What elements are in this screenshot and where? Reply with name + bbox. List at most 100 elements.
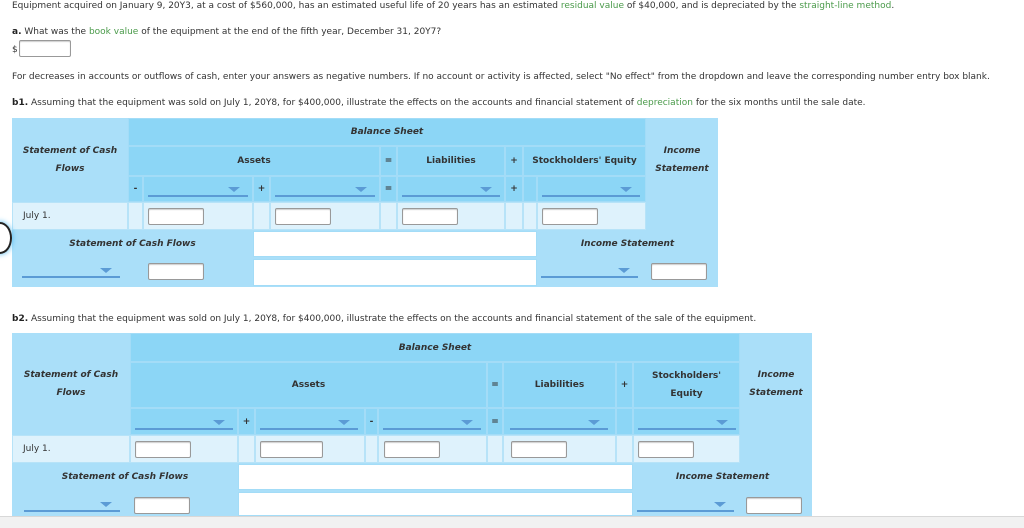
b2-account-dropdown-5[interactable] bbox=[638, 416, 736, 430]
b1-op-plus-2: + bbox=[505, 176, 523, 202]
b1-plus-header: + bbox=[505, 146, 523, 176]
b1-equals-header: = bbox=[380, 146, 397, 176]
b2-op-plus: + bbox=[238, 408, 255, 435]
part-b2-label: b2. bbox=[12, 314, 29, 324]
b1-op-minus: - bbox=[128, 176, 143, 202]
b2-assets-header: Assets bbox=[130, 362, 487, 408]
b1-account-dropdown-3[interactable] bbox=[402, 183, 500, 197]
b2-data-cell-2 bbox=[255, 435, 365, 463]
b1-balance-sheet-header: Balance Sheet bbox=[128, 118, 646, 146]
b2-data-cell-1 bbox=[130, 435, 238, 463]
chevron-down-icon bbox=[620, 187, 632, 192]
b2-plus-header: + bbox=[616, 362, 633, 408]
b1-data-cell-3 bbox=[397, 202, 505, 230]
intro-text-2: of $40,000, and is depreciated by the bbox=[624, 1, 800, 11]
b1-account-dropdown-4[interactable] bbox=[542, 183, 640, 197]
b1-amount-input-3[interactable] bbox=[402, 208, 458, 225]
b1-account-dropdown-2[interactable] bbox=[275, 183, 375, 197]
glossary-link-depreciation[interactable]: depreciation bbox=[637, 98, 693, 108]
chevron-down-icon bbox=[588, 420, 600, 425]
intro-text-3: . bbox=[891, 1, 895, 11]
b2-blank-white-1 bbox=[238, 464, 633, 490]
chevron-down-icon bbox=[100, 502, 112, 507]
b1-dd-cell-4 bbox=[537, 176, 646, 202]
b2-amount-input-1[interactable] bbox=[135, 441, 191, 458]
b2-amount-input-5[interactable] bbox=[638, 441, 694, 458]
part-b1-question: b1. Assuming that the equipment was sold… bbox=[12, 98, 866, 108]
b2-amount-input-4[interactable] bbox=[511, 441, 567, 458]
b2-is-amount-input[interactable] bbox=[746, 497, 802, 514]
chevron-down-icon bbox=[338, 420, 350, 425]
part-b1-label: b1. bbox=[12, 98, 29, 108]
b2-dd-cell-4 bbox=[503, 408, 616, 435]
chevron-down-icon bbox=[618, 268, 630, 273]
b1-amount-input-2[interactable] bbox=[275, 208, 331, 225]
b2-dd-cell-1 bbox=[130, 408, 238, 435]
b2-dd-cell-5 bbox=[633, 408, 740, 435]
chevron-down-icon bbox=[714, 502, 726, 507]
b2-account-dropdown-3[interactable] bbox=[383, 416, 481, 430]
b2-op-blank bbox=[616, 408, 633, 435]
part-a-text-2: of the equipment at the end of the fifth… bbox=[138, 27, 442, 37]
b1-is-amount-input[interactable] bbox=[651, 263, 707, 280]
book-value-input[interactable] bbox=[19, 40, 71, 57]
glossary-link-residual-value[interactable]: residual value bbox=[561, 1, 624, 11]
b2-liabilities-header: Liabilities bbox=[503, 362, 616, 408]
focus-ring-indicator bbox=[0, 222, 12, 254]
b2-income-statement-header: Income Statement bbox=[740, 333, 812, 435]
b1-income-statement-header: Income Statement bbox=[646, 118, 718, 202]
b2-op-equals: = bbox=[487, 408, 503, 435]
b1-is-item-dropdown[interactable] bbox=[541, 264, 638, 278]
b1-amount-input-1[interactable] bbox=[148, 208, 204, 225]
b1-data-op-cell-2 bbox=[253, 202, 270, 230]
part-b1-text-2: for the six months until the sale date. bbox=[692, 98, 866, 108]
b2-scf-footer-header: Statement of Cash Flows bbox=[12, 463, 238, 491]
glossary-link-straight-line-method[interactable]: straight-line method bbox=[799, 1, 891, 11]
b2-row-label: July 1. bbox=[12, 435, 130, 463]
b1-equity-header: Stockholders' Equity bbox=[523, 146, 646, 176]
b2-amount-input-3[interactable] bbox=[384, 441, 440, 458]
b2-data-op-cell-2 bbox=[365, 435, 378, 463]
b2-data-cell-4 bbox=[503, 435, 616, 463]
b1-blank-white-2 bbox=[253, 259, 537, 286]
b2-is-footer-header: Income Statement bbox=[633, 463, 812, 491]
b1-dd-cell-2 bbox=[270, 176, 380, 202]
part-a-question: a. What was the book value of the equipm… bbox=[12, 27, 441, 37]
intro-text-1: Equipment acquired on January 9, 20Y3, a… bbox=[12, 1, 561, 11]
b1-row-label: July 1. bbox=[12, 202, 128, 230]
b1-op-equals: = bbox=[380, 176, 397, 202]
b2-blank-white-2 bbox=[238, 492, 633, 516]
b2-data-op-cell-1 bbox=[238, 435, 255, 463]
b1-amount-input-4[interactable] bbox=[542, 208, 598, 225]
horizontal-scrollbar[interactable] bbox=[0, 516, 1024, 528]
b2-amount-input-2[interactable] bbox=[260, 441, 323, 458]
b1-scf-header: Statement of Cash Flows bbox=[12, 118, 128, 202]
b2-account-dropdown-4[interactable] bbox=[510, 416, 608, 430]
b2-equity-header: Stockholders' Equity bbox=[633, 362, 740, 408]
b1-account-dropdown-1[interactable] bbox=[148, 183, 248, 197]
b1-data-blank-cell bbox=[523, 202, 537, 230]
chevron-down-icon bbox=[716, 420, 728, 425]
b2-scf-header: Statement of Cash Flows bbox=[12, 333, 130, 435]
b2-account-dropdown-2[interactable] bbox=[260, 416, 358, 430]
b1-scf-footer-header: Statement of Cash Flows bbox=[12, 230, 253, 258]
b2-data-cell-5 bbox=[633, 435, 740, 463]
b2-is-item-dropdown[interactable] bbox=[637, 498, 734, 512]
b1-is-footer-header: Income Statement bbox=[537, 230, 718, 258]
b1-assets-header: Assets bbox=[128, 146, 380, 176]
b2-scf-amount-input[interactable] bbox=[134, 497, 190, 514]
chevron-down-icon bbox=[480, 187, 492, 192]
chevron-down-icon bbox=[228, 187, 240, 192]
chevron-down-icon bbox=[213, 420, 225, 425]
b2-scf-activity-dropdown[interactable] bbox=[24, 498, 120, 512]
b1-blank-white-1 bbox=[253, 231, 537, 257]
b1-scf-activity-dropdown[interactable] bbox=[22, 264, 120, 278]
currency-symbol: $ bbox=[12, 45, 18, 55]
b2-dd-cell-3 bbox=[378, 408, 487, 435]
b1-scf-amount-input[interactable] bbox=[148, 263, 204, 280]
b1-data-op-cell-4 bbox=[505, 202, 523, 230]
b2-account-dropdown-1[interactable] bbox=[135, 416, 233, 430]
glossary-link-book-value[interactable]: book value bbox=[89, 27, 138, 37]
part-b2-text: Assuming that the equipment was sold on … bbox=[31, 314, 757, 324]
b1-data-op-cell bbox=[128, 202, 143, 230]
